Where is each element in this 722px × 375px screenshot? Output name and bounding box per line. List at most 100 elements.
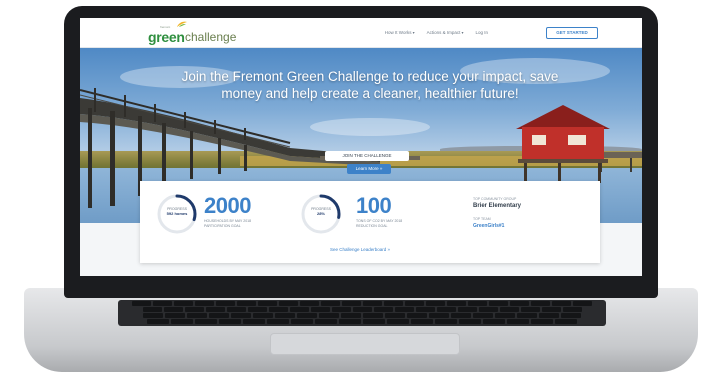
brand-word-challenge: challenge: [185, 30, 237, 44]
keyboard-key: [573, 301, 592, 306]
households-goal-number: 2000: [204, 193, 251, 218]
keyboard-key: [195, 301, 214, 306]
site-header: fremont green challenge How It Works Act…: [80, 18, 642, 48]
leaderboard-link[interactable]: See Challenge Leaderboard »: [330, 247, 390, 252]
join-challenge-button[interactable]: JOIN THE CHALLENGE: [325, 151, 409, 161]
keyboard-key: [562, 307, 582, 312]
keyboard-key: [407, 313, 427, 318]
keyboard-key: [147, 319, 169, 324]
households-progress-ring: PROGRESS 592 homes: [156, 193, 198, 235]
keyboard-key: [291, 319, 313, 324]
keyboard-key: [541, 307, 561, 312]
leaf-icon: [177, 21, 187, 27]
keyboard-key: [447, 301, 466, 306]
learn-more-button[interactable]: Learn More »: [347, 164, 391, 174]
keyboard-key: [510, 301, 529, 306]
keyboard-key: [342, 301, 361, 306]
keyboard-key: [341, 313, 361, 318]
keyboard-key: [468, 301, 487, 306]
keyboard-key: [237, 301, 256, 306]
nav-how-it-works[interactable]: How It Works: [385, 30, 415, 35]
keyboard-key: [184, 307, 204, 312]
co2-ring-text: PROGRESS 28%: [300, 207, 342, 216]
nav-actions-impact[interactable]: Actions & Impact: [427, 30, 464, 35]
hero-headline: Join the Fremont Green Challenge to redu…: [181, 69, 559, 101]
keyboard-key: [205, 307, 225, 312]
keyboard-key: [321, 301, 340, 306]
keyboard-key: [405, 301, 424, 306]
red-boathouse-image: [516, 105, 610, 183]
keyboard-key: [275, 313, 295, 318]
keyboard-key: [268, 307, 288, 312]
keyboard-key: [153, 301, 172, 306]
keyboard-key: [195, 319, 217, 324]
keyboard-key: [258, 301, 277, 306]
keyboard-key: [310, 307, 330, 312]
keyboard-key: [363, 301, 382, 306]
households-goal-caption: HOUSEHOLDS BY MAY 2018 PARTICIPATION GOA…: [204, 219, 252, 228]
co2-progress-ring: PROGRESS 28%: [300, 193, 342, 235]
top-group-value: Brier Elementary: [473, 203, 522, 209]
keyboard-key: [315, 319, 337, 324]
keyboard-key: [132, 301, 151, 306]
keyboard-key: [507, 319, 529, 324]
keyboard-key: [267, 319, 289, 324]
keyboard-key: [451, 313, 471, 318]
keyboard-key: [219, 319, 241, 324]
keyboard-key: [297, 313, 317, 318]
keyboard-key: [226, 307, 246, 312]
top-team-link[interactable]: GreenGirls#1: [473, 223, 504, 229]
keyboard-key: [319, 313, 339, 318]
keyboard-key: [520, 307, 540, 312]
keyboard-key: [483, 319, 505, 324]
keyboard-key: [489, 301, 508, 306]
keyboard-key: [426, 301, 445, 306]
keyboard-key: [143, 313, 163, 318]
laptop-scene: fremont green challenge How It Works Act…: [0, 0, 722, 375]
keyboard-key: [561, 313, 581, 318]
keyboard-key: [174, 301, 193, 306]
keyboard-key: [531, 301, 550, 306]
keyboard-key: [429, 313, 449, 318]
keyboard-key: [163, 307, 183, 312]
keyboard-key: [552, 301, 571, 306]
keyboard-key: [142, 307, 162, 312]
keyboard-key: [289, 307, 309, 312]
keyboard-key: [247, 307, 267, 312]
keyboard-key: [339, 319, 361, 324]
keyboard-key: [499, 307, 519, 312]
keyboard-key: [478, 307, 498, 312]
nav-links: How It Works Actions & Impact Log In: [385, 30, 488, 35]
keyboard-key: [531, 319, 553, 324]
keyboard-key: [300, 301, 319, 306]
get-started-button[interactable]: GET STARTED: [546, 27, 598, 39]
keyboard-key: [331, 307, 351, 312]
keyboard-key: [216, 301, 235, 306]
co2-goal-caption: TONS OF CO2 BY MAY 2018 REDUCTION GOAL: [356, 219, 403, 228]
keyboard-key: [243, 319, 265, 324]
keyboard-key: [394, 307, 414, 312]
keyboard-key: [495, 313, 515, 318]
keyboard-key: [165, 313, 185, 318]
keyboard-key: [373, 307, 393, 312]
stats-card: PROGRESS 592 homes 2000 HOUSEHOLDS BY MA…: [140, 181, 600, 263]
households-ring-text: PROGRESS 592 homes: [156, 207, 198, 216]
keyboard-key: [473, 313, 493, 318]
keyboard-key: [555, 319, 577, 324]
keyboard-key: [363, 313, 383, 318]
keyboard-key: [539, 313, 559, 318]
keyboard-key: [187, 313, 207, 318]
keyboard-key: [517, 313, 537, 318]
keyboard-key: [436, 307, 456, 312]
keyboard-key: [415, 307, 435, 312]
keyboard-key: [411, 319, 433, 324]
keyboard-key: [231, 313, 251, 318]
keyboard-key: [171, 319, 193, 324]
ring-value: 28%: [316, 210, 325, 216]
laptop-keyboard: [118, 300, 606, 326]
keyboard-key: [435, 319, 457, 324]
keyboard-key: [253, 313, 273, 318]
nav-log-in[interactable]: Log In: [475, 30, 488, 35]
keyboard-key: [459, 319, 481, 324]
keyboard-key: [209, 313, 229, 318]
